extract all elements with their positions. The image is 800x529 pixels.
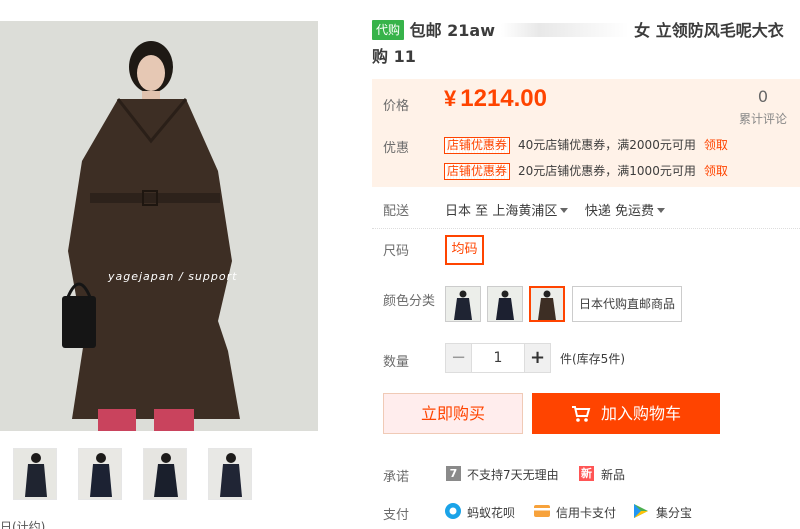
coupon-text: 40元店铺优惠券，满2000元可用: [518, 138, 696, 152]
add-to-cart-button[interactable]: 加入购物车: [532, 393, 720, 434]
shipping-destination: 上海黄浦区: [492, 204, 558, 219]
shipping-method: 快递 免运费: [584, 204, 654, 219]
currency-symbol: ¥: [444, 86, 457, 111]
quantity-input[interactable]: 1: [472, 343, 524, 373]
coupon-get-link[interactable]: 领取: [704, 164, 728, 178]
quantity-label: 数量: [383, 355, 410, 370]
new-item-icon: 新: [579, 466, 594, 481]
jifenbao-icon: [634, 504, 648, 518]
coupon-get-link[interactable]: 领取: [704, 138, 728, 152]
shipping-label: 配送: [383, 204, 410, 219]
title-text-line2: 购 11: [372, 47, 416, 66]
stock-text: 件(库存5件): [560, 352, 625, 366]
chevron-down-icon: [560, 208, 569, 213]
no-return-text: 不支持7天无理由: [467, 468, 559, 482]
thumbnail-3[interactable]: [143, 448, 187, 500]
chevron-down-icon: [657, 208, 665, 213]
price-panel: 价格 ¥1214.00 0 累计评论 优惠 店铺优惠券 40元店铺优惠券，满200…: [372, 79, 800, 187]
divider: [372, 228, 800, 229]
new-item-text: 新品: [601, 468, 626, 482]
size-option-button[interactable]: 均码: [445, 235, 484, 265]
thumbnail-1[interactable]: [13, 448, 57, 500]
image-watermark: yagejapan / support: [108, 270, 238, 283]
shipping-origin: 日本: [445, 204, 472, 219]
shipping-method-select[interactable]: 快递 免运费: [585, 204, 665, 219]
review-count[interactable]: 0: [728, 87, 798, 106]
thumbnail-2[interactable]: [78, 448, 122, 500]
add-to-cart-label: 加入购物车: [600, 404, 681, 423]
payment-jifenbao: 集分宝: [656, 506, 693, 520]
buy-now-button[interactable]: 立即购买: [383, 393, 523, 434]
cart-icon: [571, 406, 591, 422]
color-swatch-3-selected[interactable]: [529, 286, 565, 322]
color-option-text[interactable]: 日本代购直邮商品: [572, 286, 683, 322]
payment-label: 支付: [383, 508, 410, 523]
color-swatch-2[interactable]: [487, 286, 523, 322]
promise-label: 承诺: [383, 470, 410, 485]
coupon-tag: 店铺优惠券: [444, 163, 511, 180]
shipping-info: 日本 至 上海黄浦区 快递 免运费: [445, 200, 665, 219]
no-return-icon: 7: [446, 466, 461, 481]
shipping-destination-select[interactable]: 上海黄浦区: [492, 204, 569, 219]
coupon-2: 店铺优惠券 20元店铺优惠券，满1000元可用 领取: [444, 162, 728, 180]
quantity-plus-button[interactable]: +: [524, 343, 551, 373]
coupon-tag: 店铺优惠券: [444, 137, 511, 154]
coupon-text: 20元店铺优惠券，满1000元可用: [518, 164, 696, 178]
price-label: 价格: [383, 99, 410, 114]
gallery-caption: 日(计约): [0, 520, 46, 529]
huabei-icon: [445, 503, 461, 519]
daigou-badge: 代购: [372, 20, 405, 40]
quantity-minus-button[interactable]: −: [445, 343, 472, 373]
size-label: 尺码: [383, 244, 410, 259]
payment-huabei: 蚂蚁花呗: [467, 506, 516, 520]
shipping-to: 至: [475, 204, 489, 219]
payment-credit-card: 信用卡支付: [556, 506, 617, 520]
product-title: 代购 包邮 21aw 女 立领防风毛呢大衣 购 11: [372, 18, 800, 70]
title-redacted: [500, 23, 629, 37]
title-text-end: 女 立领防风毛呢大衣: [634, 21, 784, 40]
review-label[interactable]: 累计评论: [728, 110, 798, 127]
color-swatch-1[interactable]: [445, 286, 481, 322]
promo-label: 优惠: [383, 141, 410, 156]
thumbnail-4[interactable]: [208, 448, 252, 500]
credit-card-icon: [534, 505, 550, 517]
coupon-1: 店铺优惠券 40元店铺优惠券，满2000元可用 领取: [444, 136, 728, 154]
price-value: ¥1214.00: [444, 85, 547, 113]
price-amount: 1214.00: [460, 85, 548, 112]
color-label: 颜色分类: [383, 294, 436, 309]
title-text-start: 包邮 21aw: [409, 21, 496, 40]
main-product-image: yagejapan / support: [0, 21, 318, 431]
